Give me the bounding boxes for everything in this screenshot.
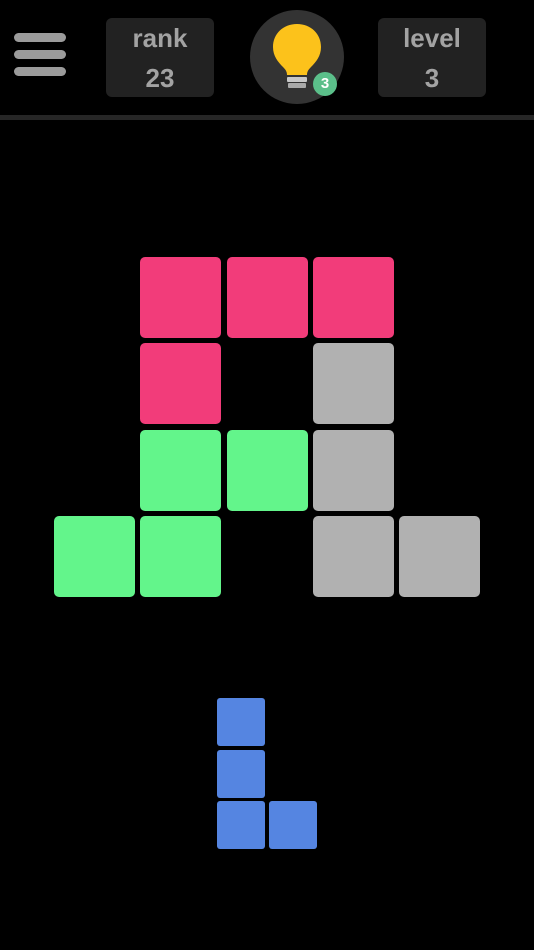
blue-tray-piece-block[interactable]: [217, 698, 265, 746]
blue-tray-piece-block[interactable]: [268, 801, 317, 849]
blue-tray-piece-block[interactable]: [217, 749, 265, 798]
piece-tray: [0, 0, 534, 950]
blue-tray-piece-block[interactable]: [217, 801, 265, 849]
